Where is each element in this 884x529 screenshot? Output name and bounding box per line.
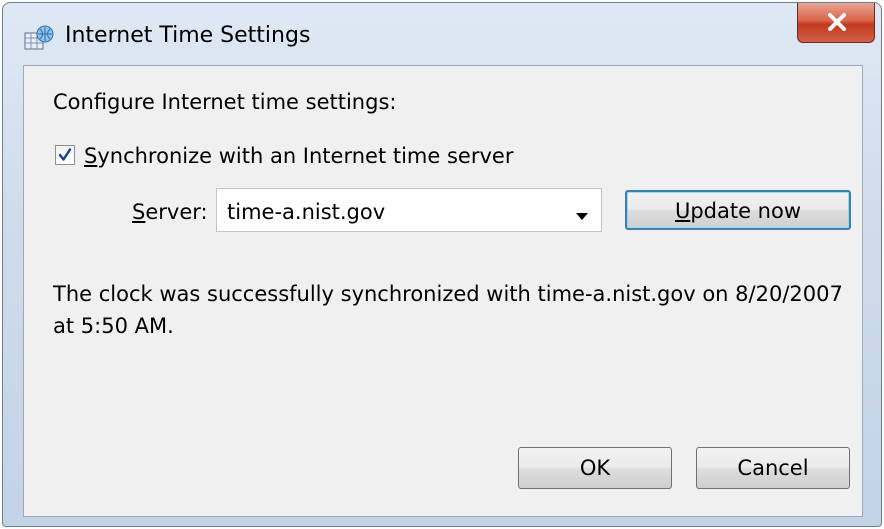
internet-time-settings-window: Internet Time Settings Configure Interne… <box>2 2 882 527</box>
cancel-button[interactable]: Cancel <box>696 447 850 489</box>
status-line-1: The clock was successfully synchronized … <box>53 282 843 306</box>
sync-checkbox-label[interactable]: Synchronize with an Internet time server <box>84 144 513 168</box>
server-combobox[interactable]: time-a.nist.gov <box>216 188 602 232</box>
server-label-accesskey: S <box>132 200 146 224</box>
window-title: Internet Time Settings <box>65 23 311 48</box>
clock-globe-icon <box>23 25 55 53</box>
ok-button[interactable]: OK <box>518 447 672 489</box>
update-accesskey: U <box>674 199 691 223</box>
sync-status-text: The clock was successfully synchronized … <box>53 278 843 342</box>
close-button[interactable] <box>797 3 875 43</box>
close-icon <box>828 13 846 31</box>
server-value[interactable]: time-a.nist.gov <box>227 200 385 224</box>
server-label: Server: <box>132 200 208 224</box>
checkmark-icon <box>58 148 72 161</box>
update-now-button[interactable]: Update now <box>625 190 851 230</box>
status-line-2: at 5:50 AM. <box>53 314 174 338</box>
sync-label-text: ynchronize with an Internet time server <box>97 144 514 168</box>
update-label: pdate now <box>690 199 802 223</box>
title-bar[interactable]: Internet Time Settings <box>3 3 881 67</box>
configure-label: Configure Internet time settings: <box>53 90 397 114</box>
sync-label-accesskey: S <box>84 144 98 168</box>
chevron-down-icon[interactable] <box>575 206 589 225</box>
server-label-text: erver: <box>145 200 208 224</box>
dialog-body: Configure Internet time settings: Synchr… <box>23 65 863 517</box>
sync-checkbox[interactable] <box>55 145 75 165</box>
